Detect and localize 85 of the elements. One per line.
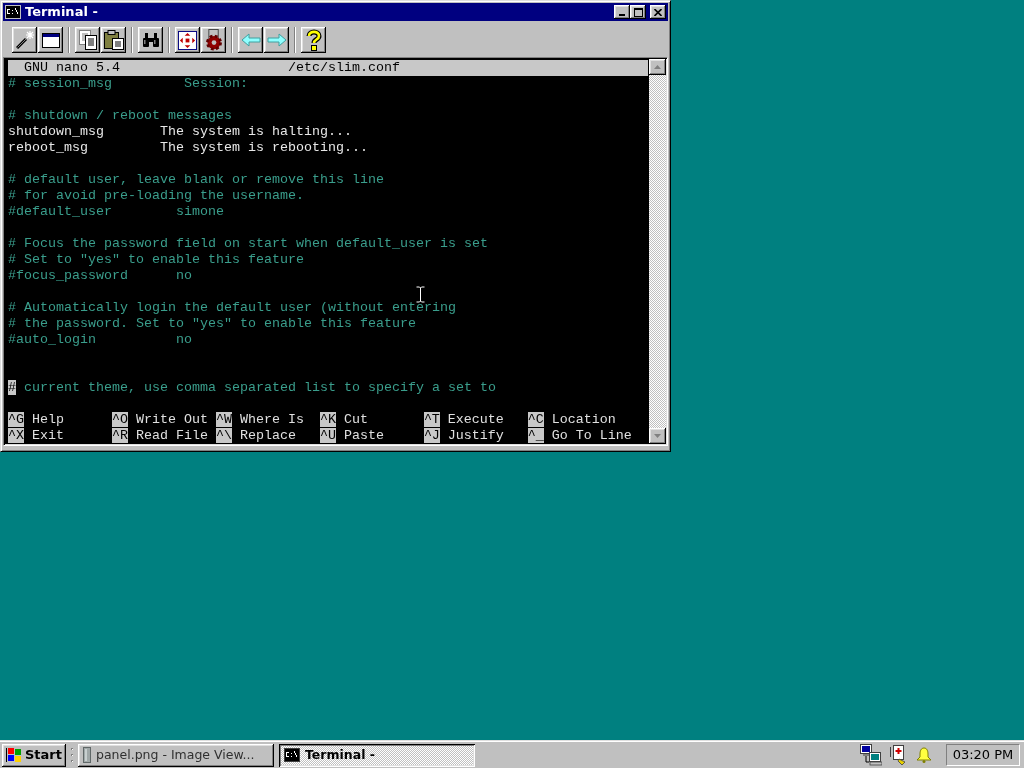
file-name: /etc/slim.conf xyxy=(287,60,400,75)
start-button[interactable]: Start xyxy=(2,743,66,767)
comment-line: #default_user simone xyxy=(8,204,225,220)
close-icon xyxy=(654,8,662,16)
key-hint: ^U xyxy=(319,428,336,443)
comment-line: # for avoid pre-loading the username. xyxy=(8,188,305,204)
help-icon xyxy=(305,29,322,51)
wand-button[interactable] xyxy=(12,27,37,53)
left-arrow-icon xyxy=(240,33,261,47)
key-label: Go To Line xyxy=(551,428,632,443)
terminal-screen[interactable] xyxy=(5,59,649,444)
right-arrow-icon xyxy=(266,33,287,47)
setting-line: reboot_msg The system is rebooting... xyxy=(8,140,369,156)
key-hint: ^G xyxy=(8,412,24,427)
key-label: Exit xyxy=(32,428,64,443)
task-button[interactable]: panel.png - Image View... xyxy=(78,743,274,767)
help-button[interactable] xyxy=(301,27,326,53)
key-label: Paste xyxy=(343,428,384,443)
setting-line: shutdown_msg The system is halting... xyxy=(8,124,353,140)
bell-icon[interactable] xyxy=(916,747,932,763)
terminal-icon xyxy=(5,5,21,19)
key-label: Help xyxy=(32,412,64,427)
fullscreen-button[interactable] xyxy=(175,27,200,53)
down-arrow-icon xyxy=(654,434,661,438)
key-hint: ^O xyxy=(111,412,128,427)
paste-icon xyxy=(103,30,124,50)
key-hint: ^T xyxy=(423,412,440,427)
window-button[interactable] xyxy=(38,27,63,53)
network-icon[interactable] xyxy=(860,744,882,766)
key-hint: ^J xyxy=(423,428,440,443)
move-arrows-icon xyxy=(178,30,197,50)
comment-line: #auto_login no xyxy=(8,332,193,348)
maximize-button[interactable] xyxy=(630,5,646,19)
key-label: Justify xyxy=(447,428,504,443)
settings-button[interactable] xyxy=(201,27,226,53)
key-label: Location xyxy=(551,412,616,427)
comment-line: # the password. Set to "yes" to enable this feature xyxy=(8,316,417,332)
text-cursor-icon xyxy=(416,286,425,303)
copy-icon xyxy=(78,30,97,50)
comment-line: # default user, leave blank or remove this line xyxy=(8,172,385,188)
paste-button[interactable] xyxy=(101,27,126,53)
forward-button[interactable] xyxy=(264,27,289,53)
key-hint: ^X xyxy=(8,428,24,443)
app-icon xyxy=(83,747,91,763)
minimize-button[interactable] xyxy=(614,5,630,19)
magic-wand-icon xyxy=(15,31,34,49)
comment-line: # Focus the password field on start when default_user is set xyxy=(8,236,489,252)
comment-line: # session_msg Session: xyxy=(8,76,249,92)
minimize-icon xyxy=(619,14,625,16)
key-label: Replace xyxy=(239,428,296,443)
flag-icon xyxy=(6,748,22,762)
gear-icon xyxy=(203,29,224,51)
binoculars-icon xyxy=(141,33,160,47)
back-button[interactable] xyxy=(238,27,263,53)
key-hint: ^R xyxy=(111,428,128,443)
key-hint: ^C xyxy=(527,412,544,427)
key-label: Cut xyxy=(343,412,368,427)
scroll-up-button[interactable] xyxy=(649,59,666,75)
key-hint: ^W xyxy=(215,412,232,427)
comment-line: # Automatically login the default user (without entering xyxy=(8,300,457,316)
up-arrow-icon xyxy=(654,65,661,69)
window-title: Terminal - xyxy=(25,4,98,20)
window-icon xyxy=(41,32,60,48)
scroll-down-button[interactable] xyxy=(649,428,666,444)
task-button[interactable]: Terminal - xyxy=(279,743,475,767)
clock[interactable]: 03:20 PM xyxy=(946,744,1020,766)
find-button[interactable] xyxy=(138,27,163,53)
comment-line: # shutdown / reboot messages xyxy=(8,108,233,124)
terminal-icon xyxy=(284,748,300,762)
key-hint: ^K xyxy=(319,412,336,427)
key-hint: ^_ xyxy=(527,428,544,443)
grip-icon[interactable] xyxy=(70,745,74,765)
key-label: Read File xyxy=(135,428,208,443)
maximize-icon xyxy=(633,7,643,17)
close-button[interactable] xyxy=(650,5,666,19)
key-hint: ^\ xyxy=(215,428,232,443)
comment-line: # Set to "yes" to enable this feature xyxy=(8,252,305,268)
app-version: GNU nano 5.4 xyxy=(23,60,121,76)
copy-button[interactable] xyxy=(75,27,100,53)
clipboard-icon[interactable] xyxy=(890,745,908,765)
key-label: Write Out xyxy=(135,412,208,427)
comment-line: #focus_password no xyxy=(8,268,193,284)
key-label: Where Is xyxy=(239,412,304,427)
comment-line: # current theme, use comma separated list to specify a set to xyxy=(8,380,497,396)
key-label: Execute xyxy=(447,412,504,427)
